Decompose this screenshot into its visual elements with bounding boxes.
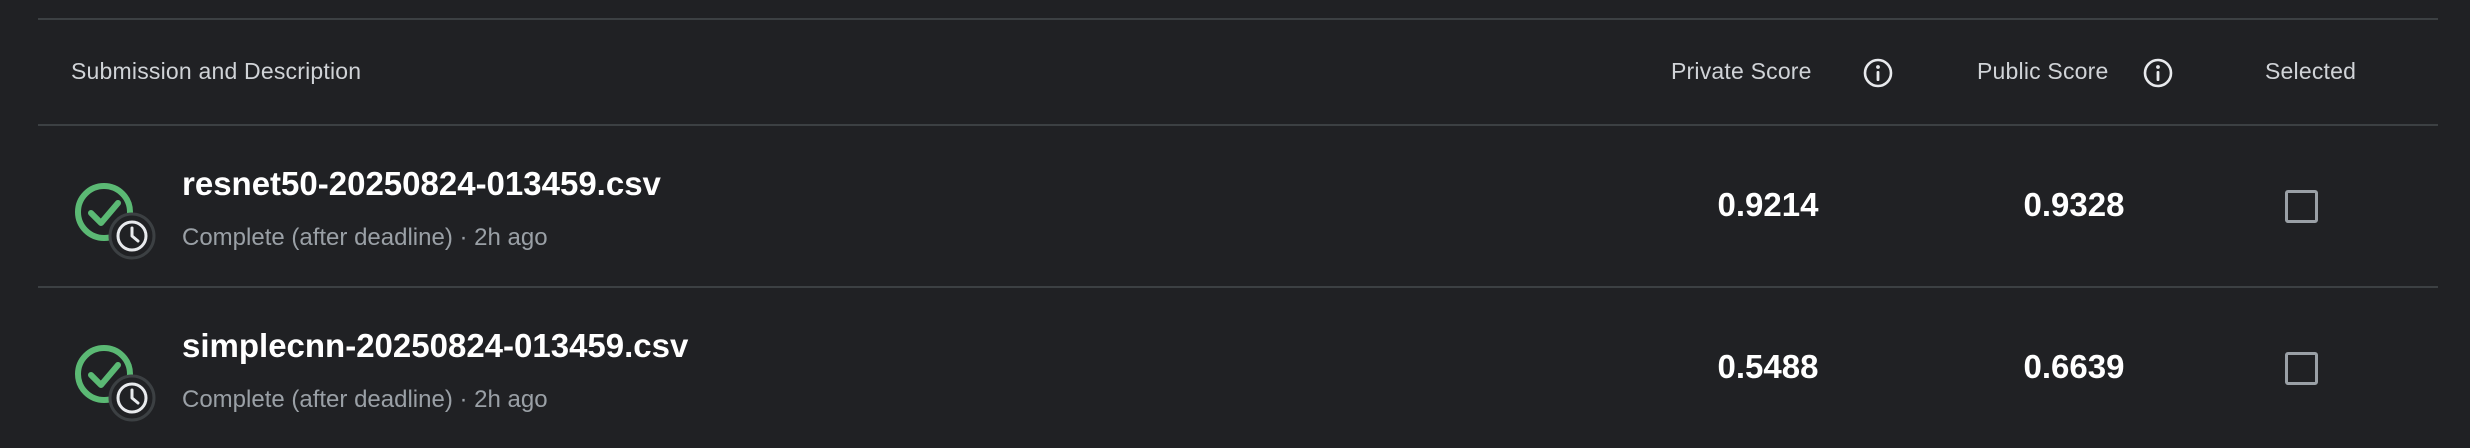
check-circle-with-clock-icon — [75, 183, 156, 260]
table-header: Submission and Description Private Score… — [38, 18, 2438, 124]
submission-row: resnet50-20250824-013459.csv Complete (a… — [38, 124, 2438, 286]
private-score-info-icon[interactable] — [1862, 57, 1894, 89]
submission-row: simplecnn-20250824-013459.csv Complete (… — [38, 286, 2438, 448]
private-score-value: 0.9214 — [1717, 186, 1819, 223]
header-submission-description: Submission and Description — [71, 58, 362, 84]
public-score-value: 0.9328 — [2023, 186, 2125, 223]
selected-checkbox[interactable] — [2285, 352, 2318, 385]
submissions-table: Submission and Description Private Score… — [38, 18, 2438, 448]
private-score-value: 0.5488 — [1717, 348, 1819, 385]
submission-status: Complete (after deadline) · 2h ago — [182, 386, 548, 413]
header-public-score: Public Score — [1977, 58, 2109, 84]
selected-checkbox[interactable] — [2285, 190, 2318, 223]
header-private-score: Private Score — [1671, 58, 1812, 84]
submission-filename[interactable]: resnet50-20250824-013459.csv — [182, 165, 661, 203]
header-selected: Selected — [2265, 58, 2357, 84]
check-circle-with-clock-icon — [75, 345, 156, 422]
submission-filename[interactable]: simplecnn-20250824-013459.csv — [182, 327, 688, 365]
submission-status: Complete (after deadline) · 2h ago — [182, 224, 548, 251]
public-score-info-icon[interactable] — [2142, 57, 2174, 89]
public-score-value: 0.6639 — [2023, 348, 2125, 385]
